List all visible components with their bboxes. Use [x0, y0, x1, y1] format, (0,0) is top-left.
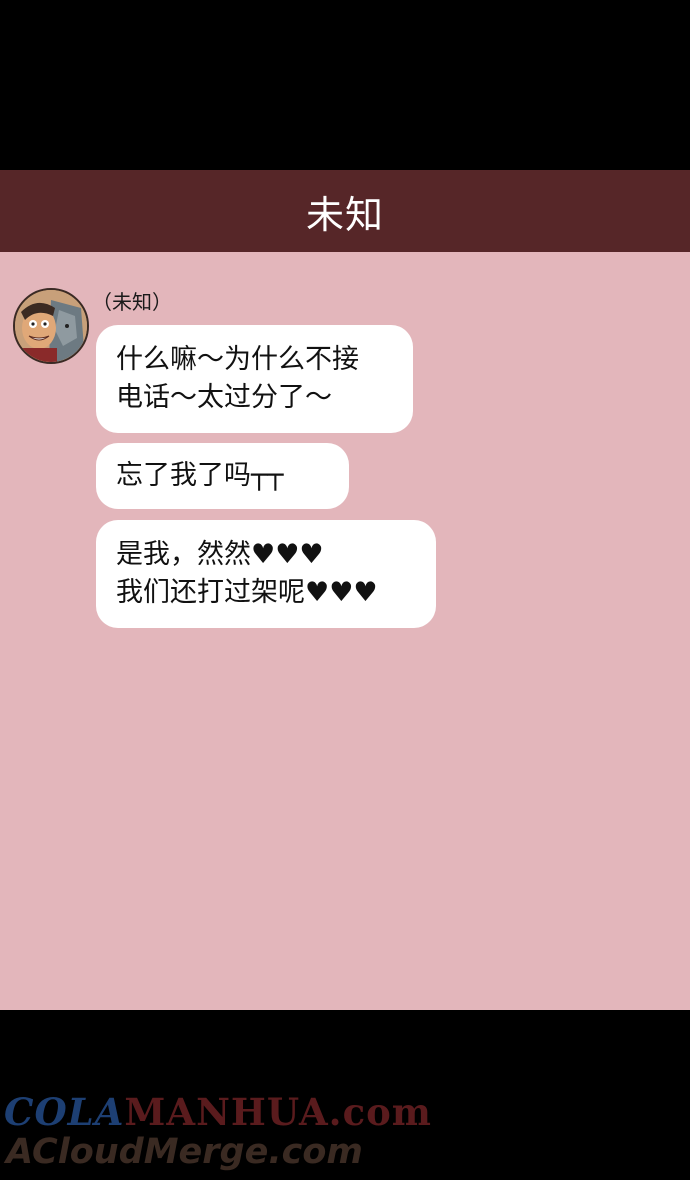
avatar-portrait-icon [15, 290, 87, 362]
message-bubble[interactable]: 忘了我了吗┬┬ [96, 443, 349, 509]
chat-header: 未知 [0, 170, 690, 252]
message-bubble[interactable]: 是我，然然♥♥♥ 我们还打过架呢♥♥♥ [96, 520, 436, 628]
watermark-manhua: MANHUA.com [124, 1090, 432, 1134]
watermark-colamanhua: COLAMANHUA.com [4, 1090, 432, 1134]
message-bubble[interactable]: 什么嘛～为什么不接 电话～太过分了～ [96, 325, 413, 433]
message-text: 是我，然然♥♥♥ [116, 539, 324, 570]
message-text: 什么嘛～为什么不接 [116, 344, 359, 375]
chat-title: 未知 [305, 192, 384, 237]
sender-name: （未知） [92, 290, 172, 314]
watermark-acloudmerge: ACloudMerge.com [6, 1132, 363, 1172]
message-text: 电话～太过分了～ [116, 382, 332, 413]
contact-avatar[interactable] [13, 288, 89, 364]
watermark-cola: COLA [4, 1090, 125, 1134]
message-text: 我们还打过架呢♥♥♥ [116, 577, 378, 608]
top-letterbox [0, 0, 690, 170]
message-text: 忘了我了吗┬┬ [116, 460, 284, 491]
screen: 未知 （未知） 什么嘛～为什么不接 电话～太过分了～ 忘了我了吗┬┬ 是我，然然… [0, 0, 690, 1180]
chat-area[interactable]: （未知） 什么嘛～为什么不接 电话～太过分了～ 忘了我了吗┬┬ 是我，然然♥♥♥… [0, 252, 690, 1010]
